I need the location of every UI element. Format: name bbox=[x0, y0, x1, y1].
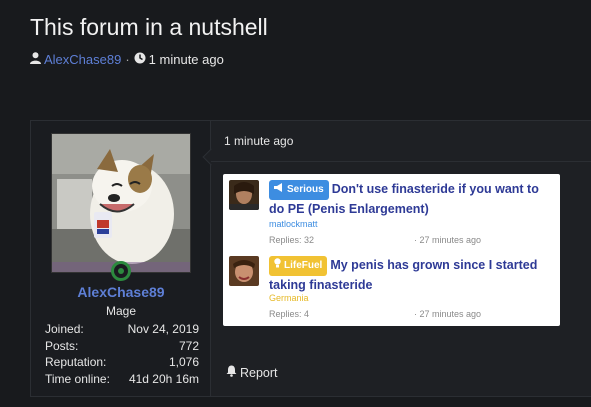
replies-count: Replies: 32 bbox=[269, 235, 315, 245]
embedded-thread-user: Germania bbox=[269, 293, 309, 303]
lightbulb-icon bbox=[274, 257, 281, 275]
thread-avatar bbox=[229, 180, 259, 210]
report-button[interactable]: Report bbox=[226, 365, 278, 380]
user-icon bbox=[30, 52, 41, 67]
embedded-thread-title[interactable]: LifeFuel My penis has grown since I start… bbox=[269, 256, 554, 294]
embedded-thread-user: matlockmatt bbox=[269, 219, 318, 229]
post-time[interactable]: 1 minute ago bbox=[224, 134, 293, 148]
prefix-badge: LifeFuel bbox=[269, 256, 328, 276]
post: AlexChase89 Mage Joined: Nov 24, 2019 Po… bbox=[30, 120, 591, 397]
stat-label: Joined: bbox=[45, 322, 84, 336]
stat-value[interactable]: 772 bbox=[179, 338, 199, 355]
embedded-thread-meta: Replies: 4 · 27 minutes ago bbox=[269, 309, 554, 319]
stat-label: Time online: bbox=[45, 371, 110, 386]
replies-count: Replies: 4 bbox=[269, 309, 310, 319]
thread-time[interactable]: 1 minute ago bbox=[149, 52, 224, 67]
bell-icon bbox=[226, 365, 237, 380]
online-status-icon bbox=[111, 261, 131, 281]
embedded-image: Serious Don't use finasteride if you want… bbox=[223, 174, 560, 326]
stat-reputation: Reputation: 1,076 bbox=[45, 354, 199, 371]
embedded-thread-title[interactable]: Serious Don't use finasteride if you want… bbox=[269, 180, 554, 218]
post-divider bbox=[211, 161, 591, 162]
user-stats: Joined: Nov 24, 2019 Posts: 772 Reputati… bbox=[45, 321, 199, 387]
stat-label: Reputation: bbox=[45, 355, 107, 369]
prefix-badge: Serious bbox=[269, 180, 329, 200]
thread-ago: · 27 minutes ago bbox=[414, 235, 482, 245]
stat-value: Nov 24, 2019 bbox=[127, 322, 199, 336]
user-title: Mage bbox=[105, 304, 137, 318]
stat-posts: Posts: 772 bbox=[45, 338, 199, 355]
stat-label: Posts: bbox=[45, 338, 79, 353]
thread-ago: · 27 minutes ago bbox=[414, 309, 482, 319]
stat-value: 41d 20h 16m bbox=[128, 371, 199, 386]
prefix-label: Serious bbox=[287, 184, 324, 195]
report-label: Report bbox=[240, 365, 278, 380]
thread-author-link[interactable]: AlexChase89 bbox=[44, 52, 121, 67]
stat-time-online: Time online: 41d 20h 16m bbox=[45, 371, 199, 388]
meta-separator: · bbox=[125, 52, 130, 67]
embedded-thread-meta: Replies: 32 · 27 minutes ago bbox=[269, 235, 554, 245]
thread-avatar bbox=[229, 256, 259, 286]
stat-value: 1,076 bbox=[168, 355, 199, 369]
thread-meta: AlexChase89 · 1 minute ago bbox=[30, 52, 224, 67]
avatar[interactable] bbox=[51, 133, 191, 273]
post-user-cell: AlexChase89 Mage Joined: Nov 24, 2019 Po… bbox=[31, 121, 211, 396]
post-username[interactable]: AlexChase89 bbox=[31, 284, 211, 300]
clock-icon bbox=[134, 52, 146, 67]
megaphone-icon bbox=[274, 181, 284, 199]
stat-joined: Joined: Nov 24, 2019 bbox=[45, 321, 199, 338]
prefix-label: LifeFuel bbox=[284, 260, 323, 271]
page-title: This forum in a nutshell bbox=[30, 14, 268, 40]
